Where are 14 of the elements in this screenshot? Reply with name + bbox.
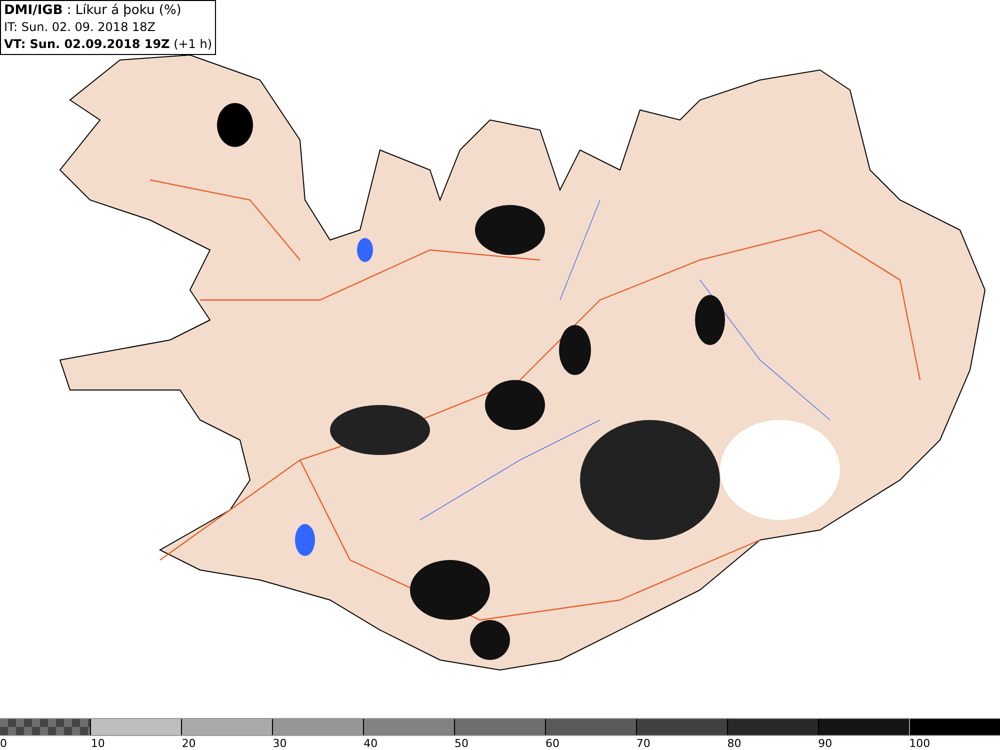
info-text: DMI/IGB : Líkur á þoku (%) bbox=[4, 2, 182, 19]
legend-label: 90 bbox=[818, 737, 832, 750]
legend-label: 10 bbox=[90, 737, 105, 750]
info-text: VT: Sun. 02.09.2018 19Z (+1 h) bbox=[4, 36, 212, 53]
legend-label: 20 bbox=[182, 737, 196, 750]
legend-label: 80 bbox=[727, 737, 742, 750]
legend-label: 40 bbox=[364, 737, 378, 750]
legend-label: 50 bbox=[454, 737, 469, 750]
legend-label: 100 bbox=[909, 737, 930, 750]
info-text: IT: Sun. 02. 09. 2018 18Z bbox=[4, 19, 157, 36]
legend-label: 0 bbox=[0, 737, 7, 750]
legend-label: 70 bbox=[636, 737, 650, 750]
legend-label: 60 bbox=[545, 737, 560, 750]
legend-label: 30 bbox=[272, 737, 287, 750]
